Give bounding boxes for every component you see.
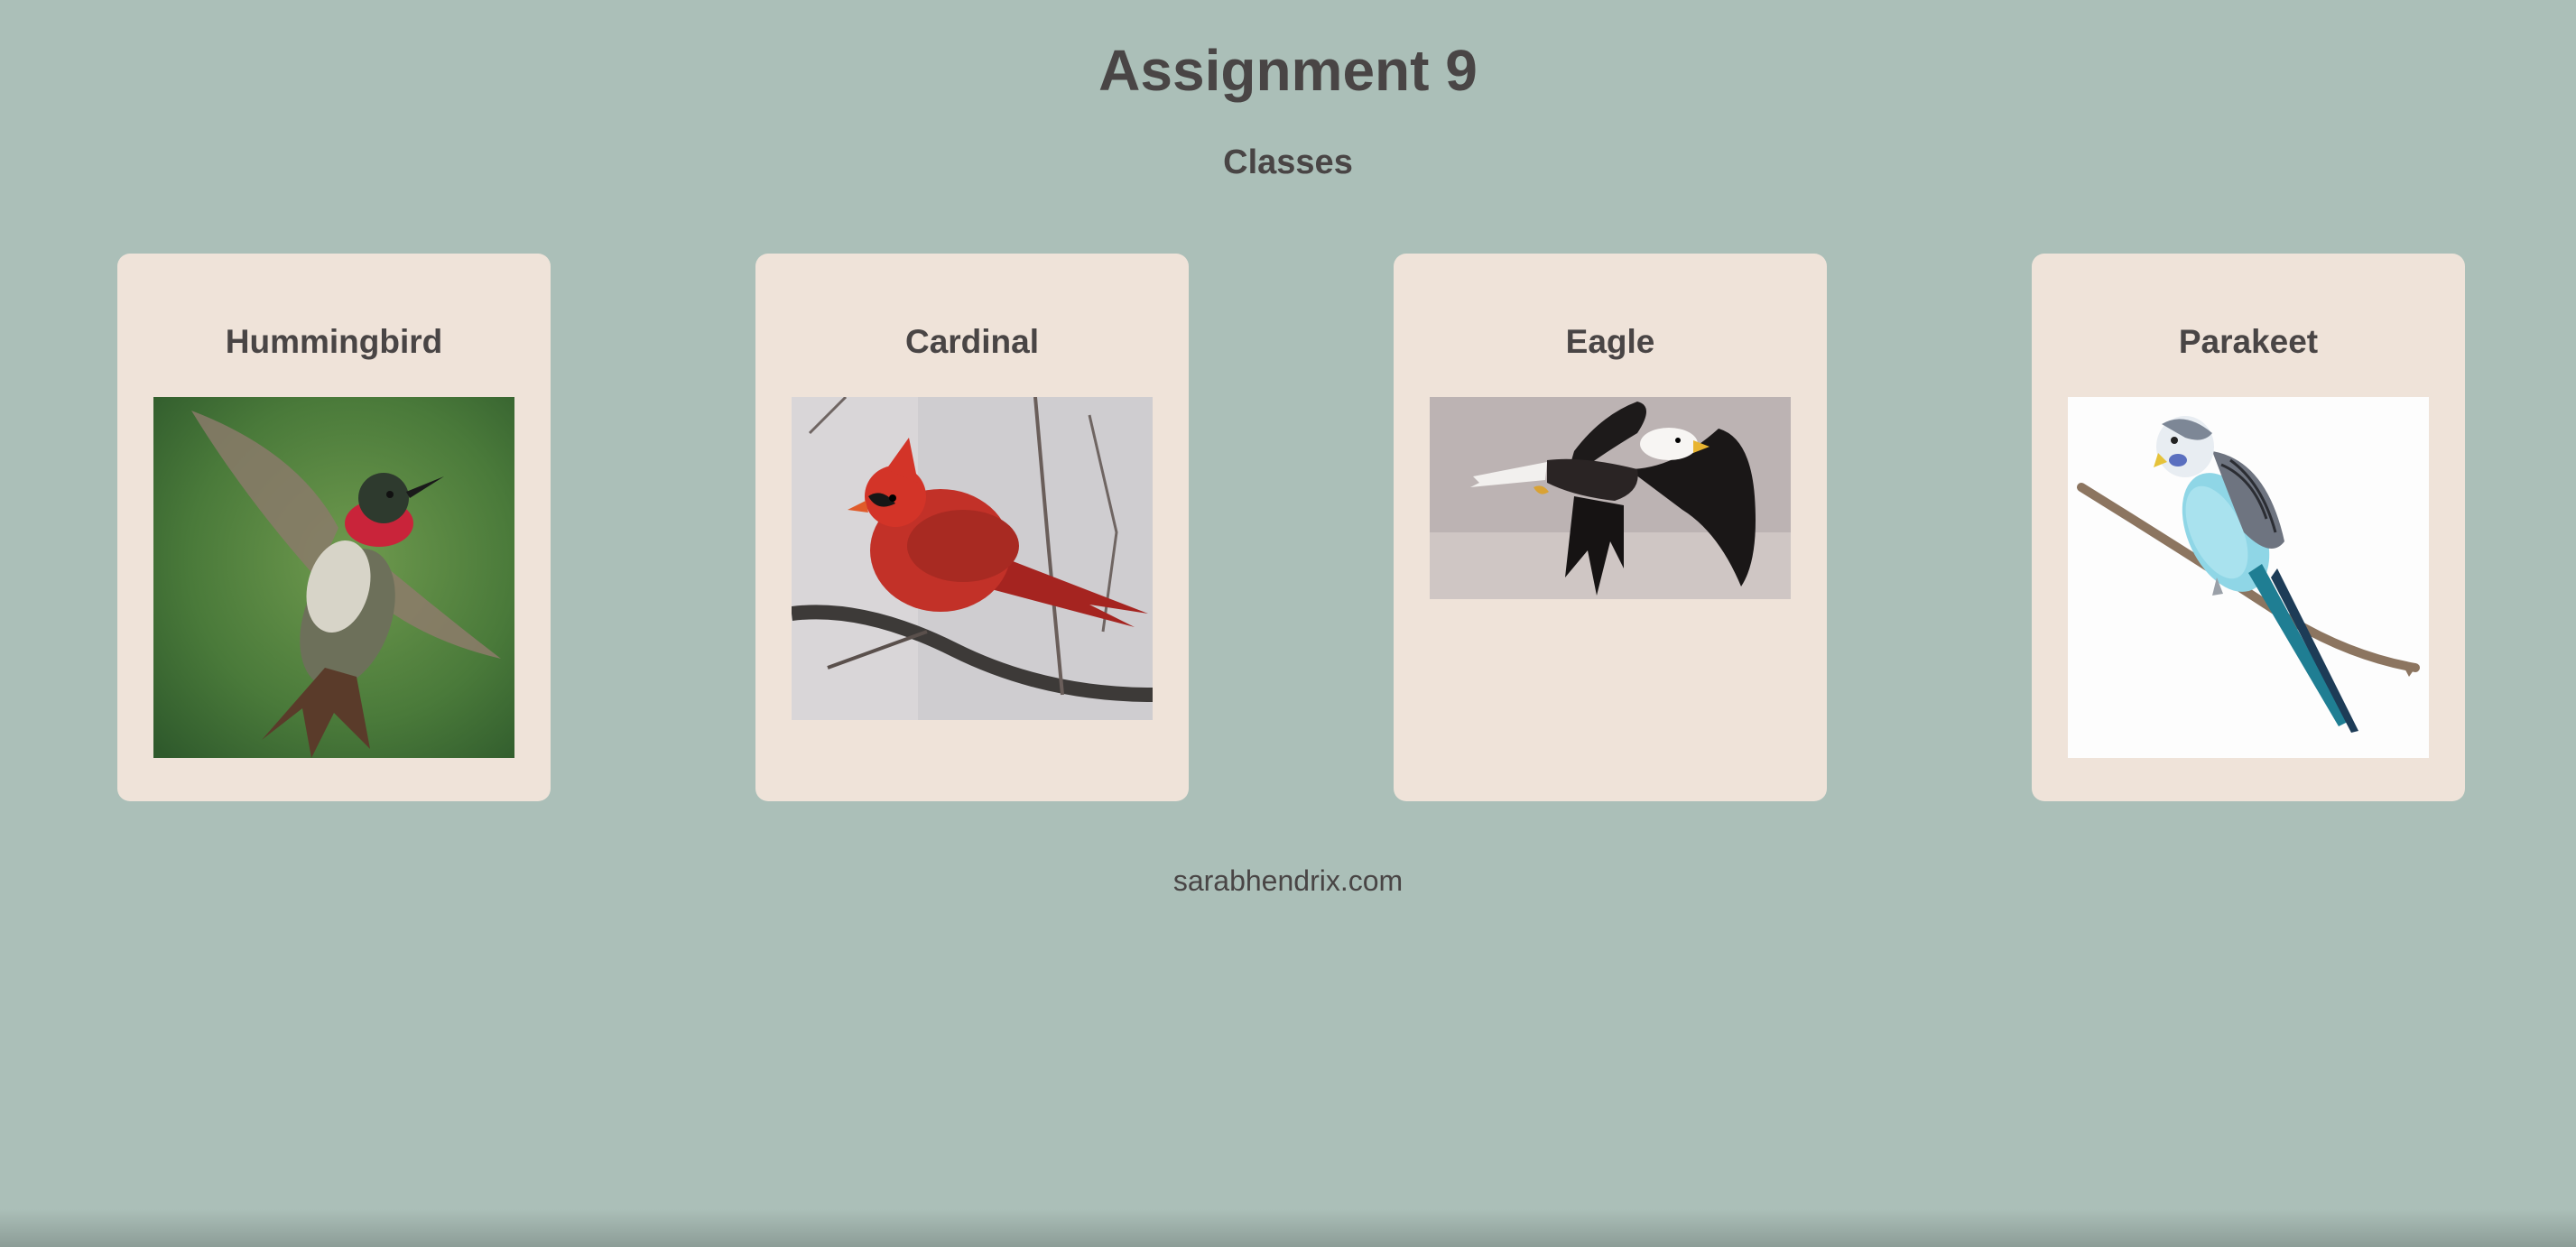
card-title-cardinal: Cardinal	[904, 323, 1040, 360]
page-title: Assignment 9	[1098, 38, 1478, 103]
page-subtitle: Classes	[1223, 143, 1353, 181]
eagle-image	[1430, 397, 1791, 599]
card-title-hummingbird: Hummingbird	[225, 323, 443, 360]
card-title-eagle: Eagle	[1565, 323, 1655, 360]
parakeet-image	[2068, 397, 2429, 758]
window-bottom-shadow	[0, 1209, 2576, 1247]
footer-site-link[interactable]: sarabhendrix.com	[0, 863, 2576, 899]
hummingbird-image	[153, 397, 514, 758]
card-title-parakeet: Parakeet	[2178, 323, 2319, 360]
cardinal-image	[792, 397, 1153, 720]
